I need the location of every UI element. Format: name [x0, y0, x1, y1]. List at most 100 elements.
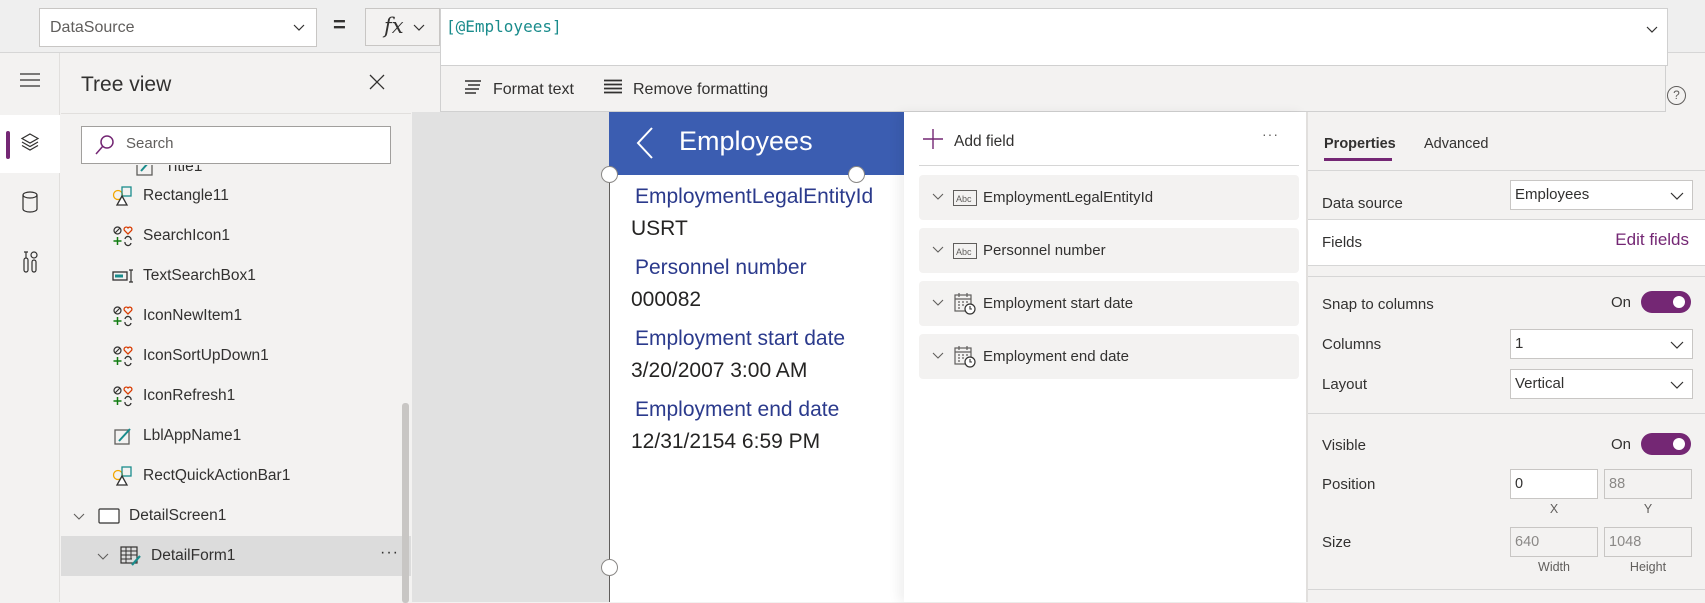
tree-list: Title1 Rectangle11 SearchIcon1 TextSearc… [61, 165, 411, 602]
format-text-button[interactable]: Format text [463, 79, 574, 100]
expand-formula-icon[interactable] [1645, 22, 1659, 41]
tree-item-label: Title1 [165, 165, 203, 175]
tree-item-label: DetailScreen1 [129, 507, 227, 524]
tree-item-iconnewitem1[interactable]: IconNewItem1 [61, 296, 411, 336]
edit-fields-link[interactable]: Edit fields [1615, 230, 1689, 250]
hamburger-icon [20, 72, 40, 92]
layout-dropdown[interactable]: Vertical [1510, 369, 1693, 399]
tree-item-iconrefresh1[interactable]: IconRefresh1 [61, 376, 411, 416]
tree-view-panel: Tree view Title1 Rectangle11 [61, 53, 411, 603]
columns-value: 1 [1515, 335, 1524, 352]
screen-title: Employees [679, 126, 813, 156]
divider [61, 113, 411, 114]
form-field-value: 12/31/2154 6:59 PM [631, 430, 821, 453]
tree-item-label: RectQuickActionBar1 [143, 467, 291, 484]
chevron-down-icon[interactable] [931, 348, 945, 366]
formula-input[interactable]: [@Employees] [440, 8, 1668, 66]
formula-text[interactable]: [@Employees] [446, 17, 562, 36]
format-text-label: Format text [493, 80, 574, 98]
size-width-input[interactable]: 640 [1510, 527, 1598, 557]
shapes-icon [111, 464, 135, 488]
layers-icon [19, 131, 41, 158]
chevron-down-icon [292, 20, 306, 39]
remove-formatting-button[interactable]: Remove formatting [603, 79, 768, 100]
fields-label: Fields [1322, 234, 1363, 251]
rail-tools[interactable] [0, 235, 60, 293]
chevron-down-icon [1670, 378, 1684, 396]
toggle-switch[interactable] [1641, 291, 1691, 313]
chevron-down-icon[interactable] [93, 550, 113, 562]
visible-toggle[interactable]: On [1611, 433, 1691, 455]
field-card[interactable]: Employment end date [919, 334, 1299, 379]
fx-button[interactable]: fx [365, 8, 440, 46]
property-dropdown[interactable]: DataSource [39, 8, 317, 47]
equals-sign: = [333, 12, 346, 37]
app-screen: Employees EmploymentLegalEntityId USRT P… [601, 112, 909, 602]
columns-label: Columns [1322, 336, 1382, 353]
form-field-value: 000082 [631, 288, 702, 311]
chevron-down-icon[interactable] [931, 242, 945, 260]
search-icon [94, 134, 116, 161]
rail-data[interactable] [0, 175, 60, 233]
more-options-icon[interactable]: ··· [380, 544, 399, 562]
snap-to-columns-toggle[interactable]: On [1611, 291, 1691, 313]
tree-scrollbar[interactable] [402, 403, 409, 603]
tools-icon [21, 250, 39, 279]
label-icon [111, 424, 135, 448]
screen-header: Employees [609, 112, 909, 175]
divider [1308, 276, 1705, 277]
size-height-input[interactable]: 1048 [1604, 527, 1692, 557]
chevron-down-icon[interactable] [69, 510, 89, 522]
tree-search-box[interactable] [81, 126, 391, 164]
position-y-input[interactable]: 88 [1604, 469, 1692, 499]
x-caption: X [1549, 502, 1559, 516]
back-arrow-icon[interactable] [635, 126, 655, 165]
field-card[interactable]: Abc EmploymentLegalEntityId [919, 175, 1299, 220]
field-card[interactable]: Abc Personnel number [919, 228, 1299, 273]
tree-search-input[interactable] [126, 135, 376, 152]
form-field-label: Personnel number [635, 256, 807, 279]
more-options-icon[interactable]: ··· [1262, 126, 1279, 142]
help-icon[interactable]: ? [1667, 86, 1686, 105]
icons-icon [111, 304, 135, 328]
resize-handle-middle-left[interactable] [601, 559, 618, 576]
resize-handle-top-middle[interactable] [848, 166, 865, 183]
tree-item-detailscreen1[interactable]: DetailScreen1 [61, 496, 411, 536]
close-icon[interactable] [368, 73, 386, 96]
property-dropdown-value: DataSource [50, 19, 135, 36]
toggle-switch[interactable] [1641, 433, 1691, 455]
form-field-label: Employment start date [635, 327, 846, 350]
datetime-field-icon [953, 292, 977, 316]
tree-item-detailform1[interactable]: DetailForm1 ··· [61, 536, 411, 576]
tree-view-title: Tree view [81, 73, 172, 96]
tree-item-rectangle11[interactable]: Rectangle11 [61, 176, 411, 216]
field-card[interactable]: Employment start date [919, 281, 1299, 326]
text-field-icon: Abc [953, 189, 977, 206]
height-caption: Height [1629, 560, 1667, 574]
tab-advanced[interactable]: Advanced [1424, 136, 1489, 152]
data-source-value: Employees [1515, 186, 1590, 203]
svg-text:Abc: Abc [956, 247, 972, 257]
menu-button[interactable] [0, 53, 60, 111]
rail-tree-view[interactable] [0, 115, 60, 173]
tree-item-searchicon1[interactable]: SearchIcon1 [61, 216, 411, 256]
columns-dropdown[interactable]: 1 [1510, 329, 1693, 359]
icons-icon [111, 344, 135, 368]
size-label: Size [1322, 534, 1352, 551]
tab-properties[interactable]: Properties [1324, 136, 1396, 152]
tree-item-label: SearchIcon1 [143, 227, 231, 244]
data-source-dropdown[interactable]: Employees [1510, 180, 1693, 210]
chevron-down-icon[interactable] [931, 189, 945, 207]
resize-handle-top-left[interactable] [601, 166, 618, 183]
textinput-icon [111, 264, 135, 288]
tree-item-iconsortupdown1[interactable]: IconSortUpDown1 [61, 336, 411, 376]
tree-item-lblappname1[interactable]: LblAppName1 [61, 416, 411, 456]
detail-form[interactable]: EmploymentLegalEntityId USRT Personnel n… [609, 175, 909, 602]
add-field-label: Add field [954, 132, 1015, 150]
tree-item-textsearchbox1[interactable]: TextSearchBox1 [61, 256, 411, 296]
chevron-down-icon[interactable] [931, 295, 945, 313]
add-field-button[interactable]: Add field [922, 128, 1014, 155]
position-x-input[interactable]: 0 [1510, 469, 1598, 499]
chevron-down-icon [1670, 338, 1684, 356]
tree-item-rectquickactionbar1[interactable]: RectQuickActionBar1 [61, 456, 411, 496]
